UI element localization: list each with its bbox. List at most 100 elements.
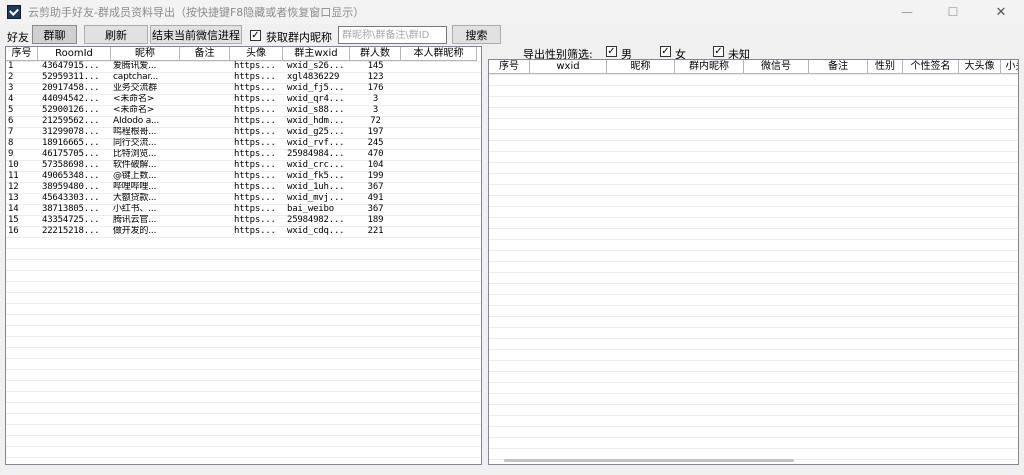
- cell-roomid: 44094542...: [42, 94, 100, 104]
- cell-avatar: https...: [234, 171, 276, 181]
- cell-my-nickname: [401, 116, 477, 127]
- header-col-nickname[interactable]: 昵称: [607, 60, 675, 74]
- cell-index: 11: [8, 171, 19, 181]
- cell-avatar: https...: [234, 138, 276, 148]
- cell-my-nickname: [401, 204, 477, 215]
- cell-member-count: 491: [367, 193, 384, 203]
- table-row[interactable]: 16 22215218... 做开发的... https... wxid_cdq... 2…: [6, 226, 477, 237]
- maximize-button[interactable]: ☐: [930, 0, 976, 24]
- cell-owner-wxid: wxid_1uh...: [287, 182, 345, 192]
- male-checkbox[interactable]: ✓: [606, 46, 617, 57]
- table-row[interactable]: 8 18916665... 同行交流... https... wxid_rvf... 24…: [6, 138, 477, 149]
- table-row[interactable]: 13 45643303... 大额贷款... https... wxid_mvj... 4…: [6, 193, 477, 204]
- table-row[interactable]: 1 43647915... 爱腾讯爱... https... wxid_s26... 14…: [6, 61, 477, 72]
- cell-index: 10: [8, 160, 19, 170]
- table-row[interactable]: 7 31299078... 鸣程根哥... https... wxid_g25... 19…: [6, 127, 477, 138]
- table-row[interactable]: 15 43354725... 腾讯云官... https... 25984982... 1…: [6, 215, 477, 226]
- cell-my-nickname: [401, 105, 477, 116]
- header-col-signature[interactable]: 个性签名: [903, 60, 959, 74]
- table-row[interactable]: 5 52900126... <未命名> https... wxid_s88... 3: [6, 105, 477, 116]
- horizontal-scrollbar[interactable]: [504, 459, 794, 462]
- group-chat-button[interactable]: 群聊: [32, 25, 77, 44]
- cell-nickname: 小红书、...: [113, 204, 157, 214]
- cell-member-count: 176: [367, 83, 384, 93]
- table-row[interactable]: 12 38959480... 哔哩哔哩... https... wxid_1uh... 3…: [6, 182, 477, 193]
- header-col-nickname[interactable]: 昵称: [111, 47, 180, 61]
- cell-roomid: 43354725...: [42, 215, 100, 225]
- friends-tab[interactable]: 好友: [7, 29, 29, 45]
- cell-member-count: 123: [367, 72, 384, 82]
- cell-index: 15: [8, 215, 19, 225]
- unknown-checkbox[interactable]: ✓: [713, 46, 724, 57]
- cell-my-nickname: [401, 127, 477, 138]
- header-col-gender[interactable]: 性别: [868, 60, 903, 74]
- header-col-member-count[interactable]: 群人数: [350, 47, 401, 61]
- group-list-table[interactable]: 序号 RoomId 昵称 备注 头像 群主wxid 群人数 本人群昵称 1 43647915..…: [5, 46, 482, 465]
- cell-member-count: 104: [367, 160, 384, 170]
- cell-remark: [180, 160, 230, 171]
- cell-member-count: 3: [372, 105, 379, 115]
- header-col-wechat-id[interactable]: 微信号: [744, 60, 809, 74]
- cell-owner-wxid: wxid_cdq...: [287, 226, 345, 236]
- cell-member-count: 3: [372, 94, 379, 104]
- cell-remark: [180, 138, 230, 149]
- cell-remark: [180, 94, 230, 105]
- header-col-large-avatar[interactable]: 大头像: [959, 60, 1001, 74]
- header-col-owner-wxid[interactable]: 群主wxid: [283, 47, 350, 61]
- table-row[interactable]: 3 20917458... 业务交流群 https... wxid_fj5... 176: [6, 83, 477, 94]
- cell-nickname: <未命名>: [113, 94, 155, 104]
- cell-nickname: 做开发的...: [113, 226, 157, 236]
- cell-avatar: https...: [234, 127, 276, 137]
- header-col-avatar[interactable]: 头像: [230, 47, 283, 61]
- cell-avatar: https...: [234, 226, 276, 236]
- cell-nickname: 软件破解...: [113, 160, 157, 170]
- table-row[interactable]: 11 49065348... @键上数... https... wxid_fk5... 1…: [6, 171, 477, 182]
- header-col-remark[interactable]: 备注: [180, 47, 230, 61]
- close-button[interactable]: ✕: [978, 0, 1024, 24]
- header-col-my-nickname[interactable]: 本人群昵称: [401, 47, 477, 61]
- cell-member-count: 245: [367, 138, 384, 148]
- cell-my-nickname: [401, 61, 477, 72]
- member-list-table[interactable]: 序号wxid昵称群内昵称微信号备注性别个性签名大头像小头像: [488, 59, 1019, 465]
- cell-my-nickname: [401, 182, 477, 193]
- cell-avatar: https...: [234, 204, 276, 214]
- cell-nickname: <未命名>: [113, 105, 155, 115]
- cell-nickname: 同行交流...: [113, 138, 157, 148]
- header-col-wxid[interactable]: wxid: [530, 60, 607, 74]
- cell-remark: [180, 149, 230, 160]
- refresh-button[interactable]: 刷新: [84, 25, 148, 44]
- cell-index: 12: [8, 182, 19, 192]
- header-col-group-nickname[interactable]: 群内昵称: [675, 60, 744, 74]
- cell-avatar: https...: [234, 160, 276, 170]
- cell-member-count: 197: [367, 127, 384, 137]
- cell-owner-wxid: wxid_s26...: [287, 61, 345, 71]
- end-wechat-process-button[interactable]: 结束当前微信进程: [150, 25, 242, 44]
- table-row[interactable]: 14 38713805... 小红书、... https... bai_weibo 367: [6, 204, 477, 215]
- cell-index: 14: [8, 204, 19, 214]
- header-col-small-avatar[interactable]: 小头像: [1001, 60, 1019, 74]
- table-row[interactable]: 9 46175705... 比特浏览... https... 25984984... 47…: [6, 149, 477, 160]
- table-row[interactable]: 4 44094542... <未命名> https... wxid_qr4... 3: [6, 94, 477, 105]
- cell-index: 5: [8, 105, 14, 115]
- search-input[interactable]: [338, 26, 447, 44]
- header-col-roomid[interactable]: RoomId: [38, 47, 111, 61]
- header-col-index[interactable]: 序号: [489, 60, 530, 74]
- cell-nickname: 业务交流群: [113, 83, 158, 93]
- table-row[interactable]: 6 21259562... AIdodo a... https... wxid_hdm.…: [6, 116, 477, 127]
- header-col-index[interactable]: 序号: [6, 47, 38, 61]
- cell-member-count: 367: [367, 182, 384, 192]
- header-col-remark[interactable]: 备注: [809, 60, 868, 74]
- search-button[interactable]: 搜索: [452, 25, 501, 44]
- cell-avatar: https...: [234, 182, 276, 192]
- toolbar: 好友 群聊 刷新 结束当前微信进程 ✓ 获取群内昵称 搜索: [0, 24, 1024, 46]
- group-table-body: 1 43647915... 爱腾讯爱... https... wxid_s26... 14…: [6, 61, 477, 237]
- get-nickname-checkbox[interactable]: ✓: [250, 30, 261, 41]
- cell-roomid: 22215218...: [42, 226, 100, 236]
- group-table-header: 序号 RoomId 昵称 备注 头像 群主wxid 群人数 本人群昵称: [6, 47, 477, 61]
- female-checkbox[interactable]: ✓: [660, 46, 671, 57]
- table-row[interactable]: 2 52959311... captchar... https... xgl483622…: [6, 72, 477, 83]
- minimize-button[interactable]: —: [884, 0, 930, 24]
- panel-splitter[interactable]: [480, 44, 484, 464]
- table-row[interactable]: 10 57358698... 软件破解... https... wxid_crc... 1…: [6, 160, 477, 171]
- cell-index: 13: [8, 193, 19, 203]
